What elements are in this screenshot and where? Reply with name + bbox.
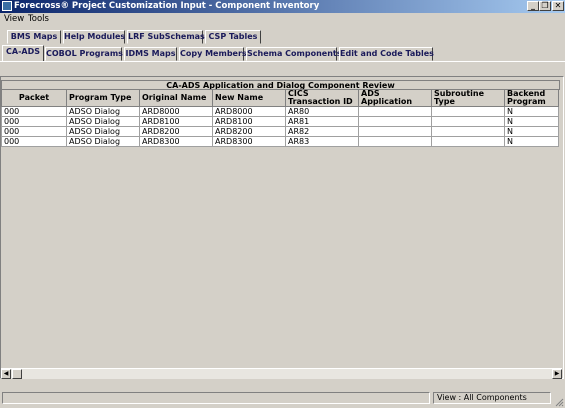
scrollbar-thumb[interactable] <box>12 369 22 379</box>
col-header-packet[interactable]: Packet <box>1 89 67 107</box>
component-grid: Packet Program Type Original Name New Na… <box>1 89 559 147</box>
table-row[interactable]: 000 ADSO Dialog ARD8300 ARD8300 AR83 N <box>1 136 559 147</box>
window-title: Forecross® Project Customization Input -… <box>14 1 320 11</box>
cell-ads-application[interactable] <box>358 136 432 147</box>
cell-program-type[interactable]: ADSO Dialog <box>66 126 140 137</box>
cell-packet[interactable]: 000 <box>1 126 67 137</box>
menu-view[interactable]: View <box>4 14 24 25</box>
cell-original-name[interactable]: ARD8000 <box>139 106 213 117</box>
cell-backend-program[interactable]: N <box>504 136 559 147</box>
cell-program-type[interactable]: ADSO Dialog <box>66 136 140 147</box>
tab-help-modules[interactable]: Help Modules <box>63 30 125 44</box>
tab-idms-maps[interactable]: IDMS Maps <box>124 47 177 61</box>
tab-ca-ads[interactable]: CA-ADS <box>2 45 44 61</box>
cell-subroutine-type[interactable] <box>431 106 505 117</box>
col-header-backend-program[interactable]: Backend Program <box>504 89 559 107</box>
cell-cics-transaction-id[interactable]: AR80 <box>285 106 359 117</box>
status-bar: View : All Components <box>0 390 565 408</box>
col-header-subroutine-type[interactable]: Subroutine Type <box>431 89 505 107</box>
cell-backend-program[interactable]: N <box>504 106 559 117</box>
arrow-left-icon[interactable]: ◀ <box>1 369 11 379</box>
cell-cics-transaction-id[interactable]: AR82 <box>285 126 359 137</box>
cell-original-name[interactable]: ARD8200 <box>139 126 213 137</box>
cell-packet[interactable]: 000 <box>1 136 67 147</box>
status-pane-view: View : All Components <box>433 392 551 404</box>
cell-new-name[interactable]: ARD8100 <box>212 116 286 127</box>
cell-ads-application[interactable] <box>358 116 432 127</box>
table-row[interactable]: 000 ADSO Dialog ARD8000 ARD8000 AR80 N <box>1 106 559 117</box>
cell-subroutine-type[interactable] <box>431 116 505 127</box>
cell-new-name[interactable]: ARD8200 <box>212 126 286 137</box>
cell-packet[interactable]: 000 <box>1 116 67 127</box>
app-icon <box>2 1 12 11</box>
tab-edit-and-code-tables[interactable]: Edit and Code Tables <box>339 47 434 61</box>
col-header-program-type[interactable]: Program Type <box>66 89 140 107</box>
restore-button[interactable]: ❐ <box>539 1 551 11</box>
cell-program-type[interactable]: ADSO Dialog <box>66 106 140 117</box>
cell-new-name[interactable]: ARD8300 <box>212 136 286 147</box>
col-header-original-name[interactable]: Original Name <box>139 89 213 107</box>
col-header-new-name[interactable]: New Name <box>212 89 286 107</box>
cell-ads-application[interactable] <box>358 106 432 117</box>
tab-schema-components[interactable]: Schema Components <box>246 47 341 61</box>
size-grip-icon[interactable] <box>554 397 564 407</box>
tab-csp-tables[interactable]: CSP Tables <box>205 30 261 44</box>
menu-tools[interactable]: Tools <box>28 14 49 25</box>
cell-original-name[interactable]: ARD8300 <box>139 136 213 147</box>
tab-copy-members[interactable]: Copy Members <box>179 47 247 61</box>
table-row[interactable]: 000 ADSO Dialog ARD8100 ARD8100 AR81 N <box>1 116 559 127</box>
cell-program-type[interactable]: ADSO Dialog <box>66 116 140 127</box>
title-bar: Forecross® Project Customization Input -… <box>0 0 565 13</box>
cell-new-name[interactable]: ARD8000 <box>212 106 286 117</box>
cell-backend-program[interactable]: N <box>504 116 559 127</box>
cell-original-name[interactable]: ARD8100 <box>139 116 213 127</box>
cell-backend-program[interactable]: N <box>504 126 559 137</box>
status-pane-left <box>2 392 430 404</box>
cell-ads-application[interactable] <box>358 126 432 137</box>
arrow-right-icon[interactable]: ▶ <box>552 369 562 379</box>
tab-bms-maps[interactable]: BMS Maps <box>7 30 61 44</box>
col-header-cics-transaction-id[interactable]: CICS Transaction ID <box>285 89 359 107</box>
tab-strip-divider <box>0 61 565 62</box>
cell-packet[interactable]: 000 <box>1 106 67 117</box>
table-row[interactable]: 000 ADSO Dialog ARD8200 ARD8200 AR82 N <box>1 126 559 137</box>
minimize-button[interactable]: _ <box>527 1 539 11</box>
horizontal-scrollbar[interactable]: ◀ ▶ <box>1 368 562 379</box>
cell-subroutine-type[interactable] <box>431 126 505 137</box>
menu-bar: View Tools <box>0 13 565 26</box>
cell-cics-transaction-id[interactable]: AR83 <box>285 136 359 147</box>
col-header-ads-application[interactable]: ADS Application <box>358 89 432 107</box>
tab-cobol-programs[interactable]: COBOL Programs <box>45 47 123 61</box>
header-row: Packet Program Type Original Name New Na… <box>1 89 559 107</box>
close-button[interactable]: ✕ <box>552 1 564 11</box>
cell-cics-transaction-id[interactable]: AR81 <box>285 116 359 127</box>
cell-subroutine-type[interactable] <box>431 136 505 147</box>
tab-lrf-subschemas[interactable]: LRF SubSchemas <box>127 30 205 44</box>
